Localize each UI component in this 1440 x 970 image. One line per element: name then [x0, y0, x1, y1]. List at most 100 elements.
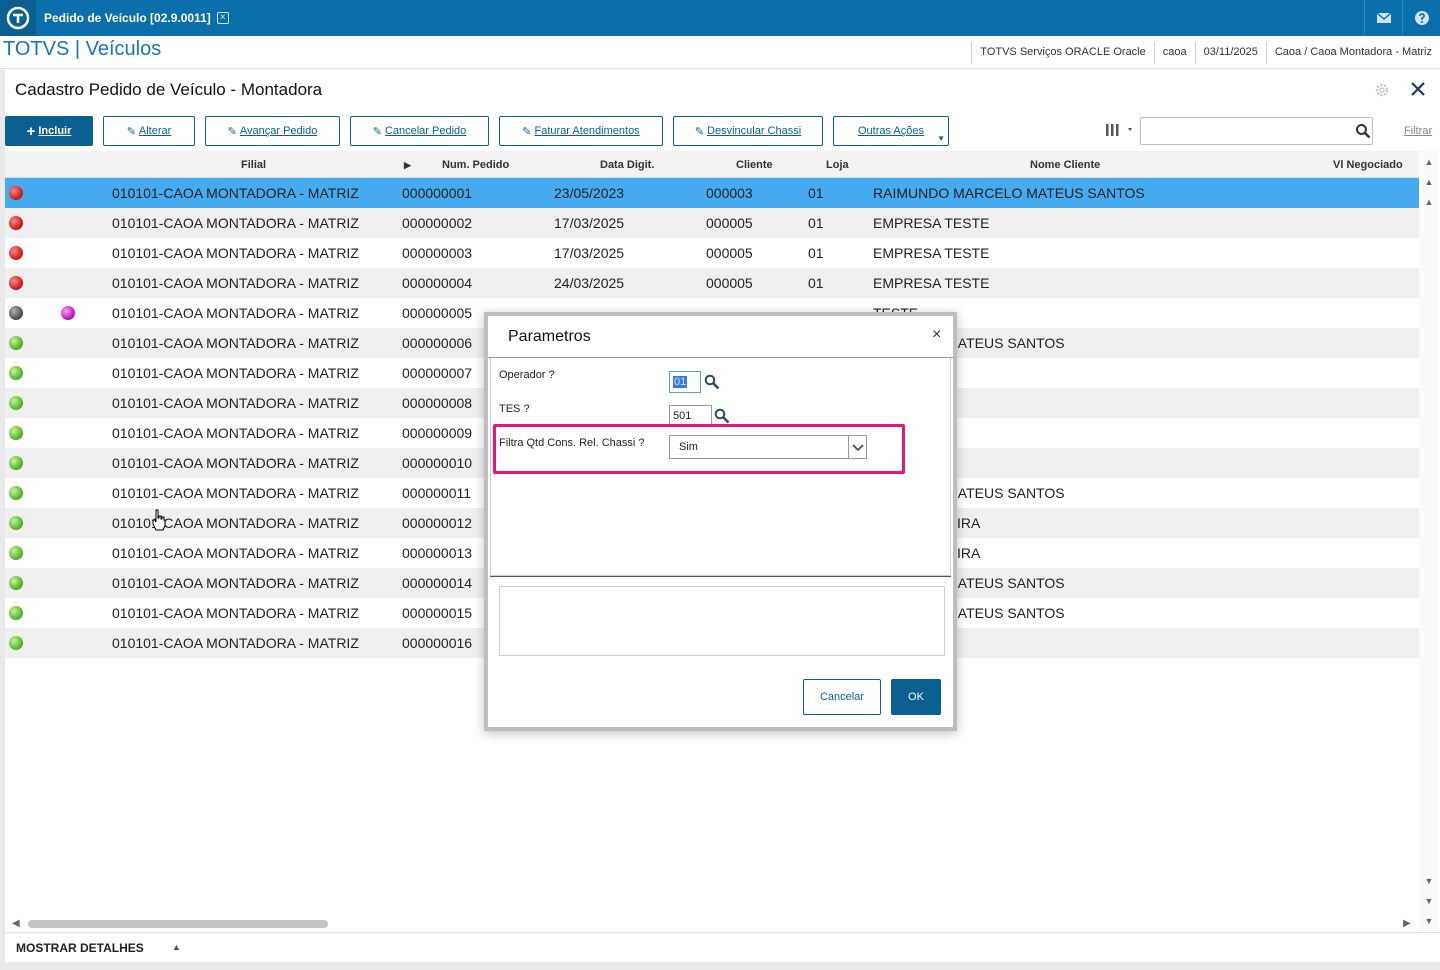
invoice-services-button[interactable]: ✎ Faturar Atendimentos: [499, 116, 663, 146]
cell-num-pedido: 000000003: [402, 245, 473, 261]
window-tab[interactable]: Pedido de Veículo [02.9.0011] ×: [36, 0, 237, 36]
cell-num-pedido: 000000015: [402, 605, 473, 621]
status-green-icon: [9, 546, 23, 560]
ok-button[interactable]: OK: [891, 679, 941, 715]
scroll-left-icon[interactable]: ◀: [12, 918, 20, 929]
gear-icon[interactable]: [1374, 82, 1390, 98]
col-filial[interactable]: Filial: [241, 159, 266, 171]
horizontal-scroll-thumb[interactable]: [28, 920, 328, 928]
status-red-icon: [9, 186, 23, 200]
cell-data-digit: 24/03/2025: [554, 275, 625, 291]
environment-label: TOTVS Serviços ORACLE Oracle: [971, 42, 1153, 64]
table-row[interactable]: 010101-CAOA MONTADORA - MATRIZ 000000004 2…: [5, 268, 1419, 298]
cell-nome-cliente: EMPRESA TESTE: [873, 215, 990, 231]
advance-order-button[interactable]: ✎ Avançar Pedido: [205, 116, 340, 146]
plus-icon: +: [26, 122, 36, 140]
table-row[interactable]: 010101-CAOA MONTADORA - MATRIZ 000000003 1…: [5, 238, 1419, 268]
tes-label: TES ?: [499, 403, 530, 415]
dialog-divider: [490, 576, 951, 577]
cell-loja: 01: [808, 215, 824, 231]
page-title: Cadastro Pedido de Veículo - Montadora: [15, 80, 323, 99]
cell-num-pedido: 000000014: [402, 575, 473, 591]
table-row[interactable]: 010101-CAOA MONTADORA - MATRIZ 000000002 1…: [5, 208, 1419, 238]
other-actions-button[interactable]: Outras Ações ▼: [833, 116, 949, 146]
mail-icon[interactable]: [1364, 0, 1402, 36]
details-toggle[interactable]: MOSTRAR DETALHES ▲: [5, 932, 1440, 962]
cell-filial: 010101-CAOA MONTADORA - MATRIZ: [112, 425, 359, 441]
cell-cliente: 000005: [706, 245, 753, 261]
col-num-pedido[interactable]: Num. Pedido: [442, 159, 509, 171]
dialog-title: Parametros: [508, 328, 591, 345]
status-green-icon: [9, 426, 23, 440]
status-green-icon: [9, 396, 23, 410]
operador-input[interactable]: 01: [669, 371, 701, 393]
columns-icon[interactable]: [1104, 121, 1136, 139]
dialog-close-icon[interactable]: ×: [932, 326, 941, 344]
edit-button[interactable]: ✎ Alterar: [103, 116, 195, 146]
cell-filial: 010101-CAOA MONTADORA - MATRIZ: [112, 335, 359, 351]
status-gray-icon: [9, 306, 23, 320]
cell-nome-cliente: RAIMUNDO MARCELO MATEUS SANTOS: [873, 185, 1145, 201]
cell-filial: 010101-CAOA MONTADORA - MATRIZ: [112, 185, 359, 201]
cell-num-pedido: 000000012: [402, 515, 473, 531]
cell-num-pedido: 000000006: [402, 335, 473, 351]
scroll-down-icon[interactable]: ▼: [1422, 874, 1436, 888]
status-green-icon: [9, 336, 23, 350]
tes-search-icon[interactable]: [714, 408, 730, 424]
cell-num-pedido: 000000008: [402, 395, 473, 411]
operador-search-icon[interactable]: [704, 374, 720, 390]
scroll-top-icon[interactable]: ▲: [1422, 155, 1436, 169]
cell-filial: 010101-CAOA MONTADORA - MATRIZ: [112, 515, 359, 531]
status-green-icon: [9, 366, 23, 380]
search-icon[interactable]: [1355, 123, 1371, 139]
search-input[interactable]: [1140, 117, 1373, 145]
unlink-chassis-button[interactable]: ✎ Desvincular Chassi: [673, 116, 823, 146]
add-button[interactable]: + Incluir: [5, 116, 93, 146]
filter-link[interactable]: Filtrar: [1404, 125, 1432, 137]
cell-loja: 01: [808, 185, 824, 201]
vertical-scrollbar[interactable]: [1420, 151, 1438, 931]
col-nome-cliente[interactable]: Nome Cliente: [1030, 159, 1100, 171]
scroll-up-icon[interactable]: ▲: [1422, 195, 1436, 209]
scroll-page-up-icon[interactable]: ▲: [1422, 175, 1436, 189]
cell-filial: 010101-CAOA MONTADORA - MATRIZ: [112, 575, 359, 591]
cell-num-pedido: 000000007: [402, 365, 473, 381]
close-icon[interactable]: [1409, 80, 1427, 98]
pencil-icon: ✎: [522, 125, 532, 138]
cell-filial: 010101-CAOA MONTADORA - MATRIZ: [112, 215, 359, 231]
cell-num-pedido: 000000002: [402, 215, 473, 231]
cell-filial: 010101-CAOA MONTADORA - MATRIZ: [112, 365, 359, 381]
scroll-bottom-icon[interactable]: ▼: [1422, 914, 1436, 928]
cell-filial: 010101-CAOA MONTADORA - MATRIZ: [112, 395, 359, 411]
tab-close-icon[interactable]: ×: [216, 12, 229, 24]
status-green-icon: [9, 606, 23, 620]
help-icon[interactable]: [1402, 0, 1440, 36]
cell-num-pedido: 000000010: [402, 455, 473, 471]
cell-num-pedido: 000000005: [402, 305, 473, 321]
company-label: Caoa / Caoa Montadora - Matriz: [1265, 42, 1440, 64]
cell-num-pedido: 000000004: [402, 275, 473, 291]
date-label: 03/11/2025: [1194, 42, 1266, 64]
cell-filial: 010101-CAOA MONTADORA - MATRIZ: [112, 545, 359, 561]
col-loja[interactable]: Loja: [826, 159, 849, 171]
scroll-page-down-icon[interactable]: ▼: [1422, 894, 1436, 908]
status-red-icon: [9, 246, 23, 260]
cancel-button[interactable]: Cancelar: [803, 679, 881, 715]
totvs-logo-icon[interactable]: [0, 0, 36, 36]
cell-loja: 01: [808, 245, 824, 261]
cell-filial: 010101-CAOA MONTADORA - MATRIZ: [112, 305, 359, 321]
cell-num-pedido: 000000016: [402, 635, 473, 651]
cell-loja: 01: [808, 275, 824, 291]
pencil-icon: ✎: [126, 125, 136, 138]
col-cliente[interactable]: Cliente: [736, 159, 773, 171]
user-label: caoa: [1153, 42, 1195, 64]
cancel-order-button[interactable]: ✎ Cancelar Pedido: [350, 116, 489, 146]
top-bar: Pedido de Veículo [02.9.0011] ×: [0, 0, 1440, 36]
scroll-right-icon[interactable]: ▶: [1403, 918, 1411, 929]
cell-num-pedido: 000000001: [402, 185, 473, 201]
pencil-icon: ✎: [694, 125, 705, 138]
column-sort-arrow-icon[interactable]: ▶: [404, 160, 411, 171]
col-data-digit[interactable]: Data Digit.: [600, 159, 654, 171]
col-vl-negociado[interactable]: Vl Negociado: [1333, 159, 1403, 171]
table-row[interactable]: 010101-CAOA MONTADORA - MATRIZ 000000001 2…: [5, 178, 1419, 208]
